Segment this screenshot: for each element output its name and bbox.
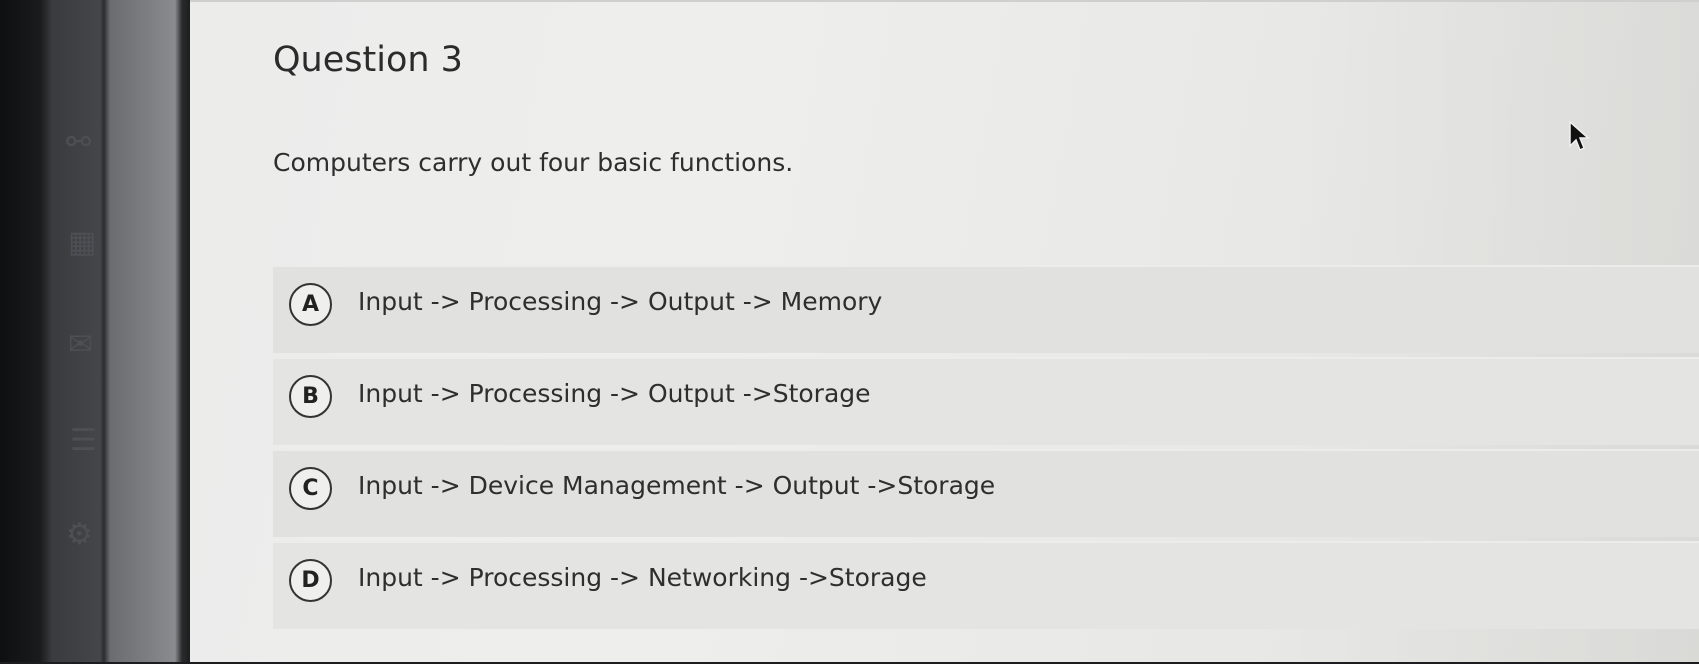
answer-option-b[interactable]: B Input -> Processing -> Output ->Storag… xyxy=(273,357,1699,445)
question-title: Question 3 xyxy=(273,40,463,80)
option-text-b: Input -> Processing -> Output ->Storage xyxy=(358,379,871,408)
settings-icon[interactable]: ⚙ xyxy=(66,520,93,550)
document-icon[interactable]: ☰ xyxy=(70,426,97,456)
calendar-icon[interactable]: ▦ xyxy=(68,228,96,258)
answer-option-c[interactable]: C Input -> Device Management -> Output -… xyxy=(273,449,1699,537)
question-panel: Question 3 Computers carry out four basi… xyxy=(190,0,1699,664)
option-text-a: Input -> Processing -> Output -> Memory xyxy=(358,287,883,316)
option-letter-c: C xyxy=(289,467,332,510)
option-text-c: Input -> Device Management -> Output ->S… xyxy=(358,471,996,500)
answer-option-d[interactable]: D Input -> Processing -> Networking ->St… xyxy=(273,541,1699,629)
option-letter-a: A xyxy=(289,283,332,326)
answer-option-a[interactable]: A Input -> Processing -> Output -> Memor… xyxy=(273,265,1699,353)
left-sidebar: ⚯ ▦ ✉ ☰ ⚙ xyxy=(0,0,190,662)
link-icon[interactable]: ⚯ xyxy=(66,128,91,158)
mail-icon[interactable]: ✉ xyxy=(68,330,93,360)
mouse-cursor-icon xyxy=(1569,120,1590,152)
option-text-d: Input -> Processing -> Networking ->Stor… xyxy=(358,563,927,592)
option-letter-b: B xyxy=(289,375,332,418)
answer-options: A Input -> Processing -> Output -> Memor… xyxy=(273,265,1699,633)
question-text: Computers carry out four basic functions… xyxy=(273,148,794,177)
option-letter-d: D xyxy=(289,559,332,602)
